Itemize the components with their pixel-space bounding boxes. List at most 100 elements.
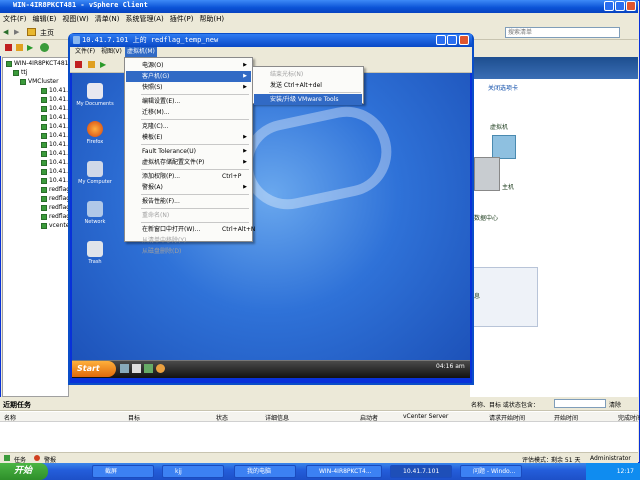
- tree-item-vm[interactable]: vcenter: [41, 222, 68, 230]
- vm-menu-item[interactable]: 客户机(G) ▶: [126, 71, 251, 82]
- tree-item-cluster[interactable]: VMCluster: [20, 78, 59, 86]
- taskbar-button[interactable]: 截屏: [92, 465, 154, 478]
- taskbar-button[interactable]: 问题 - Windo...: [460, 465, 522, 478]
- wallpaper-swirl: [234, 98, 400, 218]
- console-close-icon[interactable]: [459, 35, 469, 45]
- tree-item-host[interactable]: 10.41.: [41, 150, 68, 158]
- console-menu-file[interactable]: 文件(F): [73, 47, 97, 57]
- taskbar-button[interactable]: 10.41.7.101: [390, 465, 452, 478]
- console-minimize-icon[interactable]: [436, 35, 446, 45]
- column-initiator[interactable]: 启动者: [360, 413, 378, 422]
- guest-quicklaunch-icon[interactable]: [120, 364, 129, 373]
- taskbar-button[interactable]: WIN-4IR8PKCT4...: [306, 465, 382, 478]
- guest-menu-item[interactable]: 发送 Ctrl+Alt+del: [254, 80, 362, 91]
- menu-inventory[interactable]: 清单(N): [92, 13, 123, 25]
- tree-item-host[interactable]: 10.41.: [41, 114, 68, 122]
- forward-icon[interactable]: ▶: [14, 28, 19, 36]
- tree-item-host[interactable]: 10.41.: [41, 168, 68, 176]
- guest-menu-item[interactable]: 安装/升级 VMware Tools: [254, 94, 362, 105]
- console-title-bar[interactable]: 10.41.7.101 上的 redflag_temp_new: [70, 34, 472, 47]
- info-label: 息: [474, 293, 481, 300]
- menu-admin[interactable]: 系统管理(A): [122, 13, 166, 25]
- home-icon[interactable]: [27, 28, 36, 36]
- task-clear-button[interactable]: 清除: [609, 400, 621, 409]
- vm-menu-item[interactable]: Fault Tolerance(U) ▶: [126, 146, 251, 157]
- tree-item-vm[interactable]: redflag: [41, 204, 68, 212]
- tree-item-host[interactable]: 10.41.: [41, 132, 68, 140]
- tree-item-vcenter-root[interactable]: WIN-4IR8PKCT481: [6, 60, 68, 68]
- desktop-icon-firefox[interactable]: Firefox: [74, 121, 116, 145]
- guest-quicklaunch-icon[interactable]: [156, 364, 165, 373]
- menu-edit[interactable]: 编辑(E): [30, 13, 60, 25]
- menu-separator: [141, 208, 249, 209]
- tree-item-host[interactable]: 10.41.: [41, 177, 68, 185]
- vm-menu-item[interactable]: 克隆(C)...: [126, 121, 251, 132]
- tree-item-host[interactable]: 10.41.: [41, 141, 68, 149]
- maximize-icon[interactable]: [615, 1, 625, 11]
- vm-menu-item[interactable]: 迁移(M)...: [126, 107, 251, 118]
- taskbar-button[interactable]: kjj: [162, 465, 224, 478]
- back-icon[interactable]: ◀: [3, 28, 8, 36]
- desktop-icon-documents[interactable]: My Documents: [74, 83, 116, 107]
- menu-help[interactable]: 帮助(H): [196, 13, 227, 25]
- console-menu-view[interactable]: 视图(V): [99, 47, 124, 57]
- column-vcenter[interactable]: vCenter Server: [403, 413, 448, 420]
- tree-item-host[interactable]: 10.41.: [41, 105, 68, 113]
- tree-item-host[interactable]: 10.41.: [41, 159, 68, 167]
- power-off-icon[interactable]: [75, 61, 82, 68]
- vm-menu-item[interactable]: 添加权限(P)... Ctrl+P: [126, 171, 251, 182]
- column-completed[interactable]: 完成时间: [618, 413, 640, 422]
- minimize-icon[interactable]: [604, 1, 614, 11]
- nav-home-label[interactable]: 主页: [40, 28, 54, 38]
- firefox-icon: [87, 121, 103, 137]
- tree-item-datacenter[interactable]: ttj: [13, 69, 27, 77]
- power-on-icon[interactable]: ▶: [100, 60, 106, 69]
- close-icon[interactable]: [626, 1, 636, 11]
- column-status[interactable]: 状态: [216, 413, 228, 422]
- tree-item-vm[interactable]: redflag: [41, 186, 68, 194]
- vm-menu-item[interactable]: 报告性能(F)...: [126, 196, 251, 207]
- vsphere-title-bar[interactable]: WIN-4IR8PKCT481 - vSphere Client: [0, 0, 638, 13]
- tree-item-vm[interactable]: redflag: [41, 195, 68, 203]
- vm-menu-item[interactable]: 虚拟机存储配置文件(P) ▶: [126, 157, 251, 168]
- column-name[interactable]: 名称: [4, 413, 16, 422]
- computer-icon: [87, 161, 103, 177]
- task-filter-input[interactable]: [554, 399, 606, 408]
- vm-menu-item[interactable]: 在新窗口中打开(W)... Ctrl+Alt+N: [126, 224, 255, 235]
- column-requested-start[interactable]: 请求开始时间: [489, 413, 525, 422]
- stop-icon[interactable]: [5, 44, 12, 51]
- desktop-icon-computer[interactable]: My Computer: [74, 161, 116, 185]
- guest-quicklaunch-icon[interactable]: [132, 364, 141, 373]
- taskbar-button[interactable]: 我的电脑: [234, 465, 296, 478]
- tree-item-vm[interactable]: redflag: [41, 213, 68, 221]
- host-start-button[interactable]: 开始: [0, 463, 48, 480]
- column-start-time[interactable]: 开始时间: [554, 413, 578, 422]
- refresh-icon[interactable]: [40, 43, 49, 52]
- tree-item-host[interactable]: 10.41.: [41, 123, 68, 131]
- vm-diagram-icon: [492, 135, 516, 159]
- desktop-icon-trash[interactable]: Trash: [74, 241, 116, 265]
- vm-menu-item[interactable]: 编辑设置(E)...: [126, 96, 251, 107]
- close-tab-link[interactable]: 关闭选项卡: [488, 83, 518, 92]
- status-bar: 任务 警报 评估模式： 剩余 51 天 Administrator: [0, 452, 638, 464]
- console-maximize-icon[interactable]: [447, 35, 457, 45]
- play-icon[interactable]: ▶: [27, 43, 33, 52]
- column-details[interactable]: 详细信息: [265, 413, 289, 422]
- suspend-icon[interactable]: [88, 61, 95, 68]
- console-menu-vm[interactable]: 虚拟机(M): [125, 47, 157, 57]
- pause-icon[interactable]: [16, 44, 23, 51]
- tree-item-host[interactable]: 10.41.: [41, 87, 68, 95]
- tree-item-host[interactable]: 10.41.: [41, 96, 68, 104]
- column-target[interactable]: 目标: [128, 413, 140, 422]
- guest-quicklaunch-icon[interactable]: [144, 364, 153, 373]
- menu-plugins[interactable]: 插件(P): [167, 13, 197, 25]
- vm-menu-item[interactable]: 快照(S) ▶: [126, 82, 251, 93]
- menu-file[interactable]: 文件(F): [0, 13, 30, 25]
- vm-menu-item[interactable]: 电源(O) ▶: [126, 60, 251, 71]
- desktop-icon-network[interactable]: Network: [74, 201, 116, 225]
- inventory-search-input[interactable]: 搜索清单: [505, 27, 620, 38]
- vm-menu-item[interactable]: 模板(E) ▶: [126, 132, 251, 143]
- guest-start-button[interactable]: Start: [72, 361, 116, 377]
- menu-view[interactable]: 视图(W): [59, 13, 91, 25]
- vm-menu-item[interactable]: 警报(A) ▶: [126, 182, 251, 193]
